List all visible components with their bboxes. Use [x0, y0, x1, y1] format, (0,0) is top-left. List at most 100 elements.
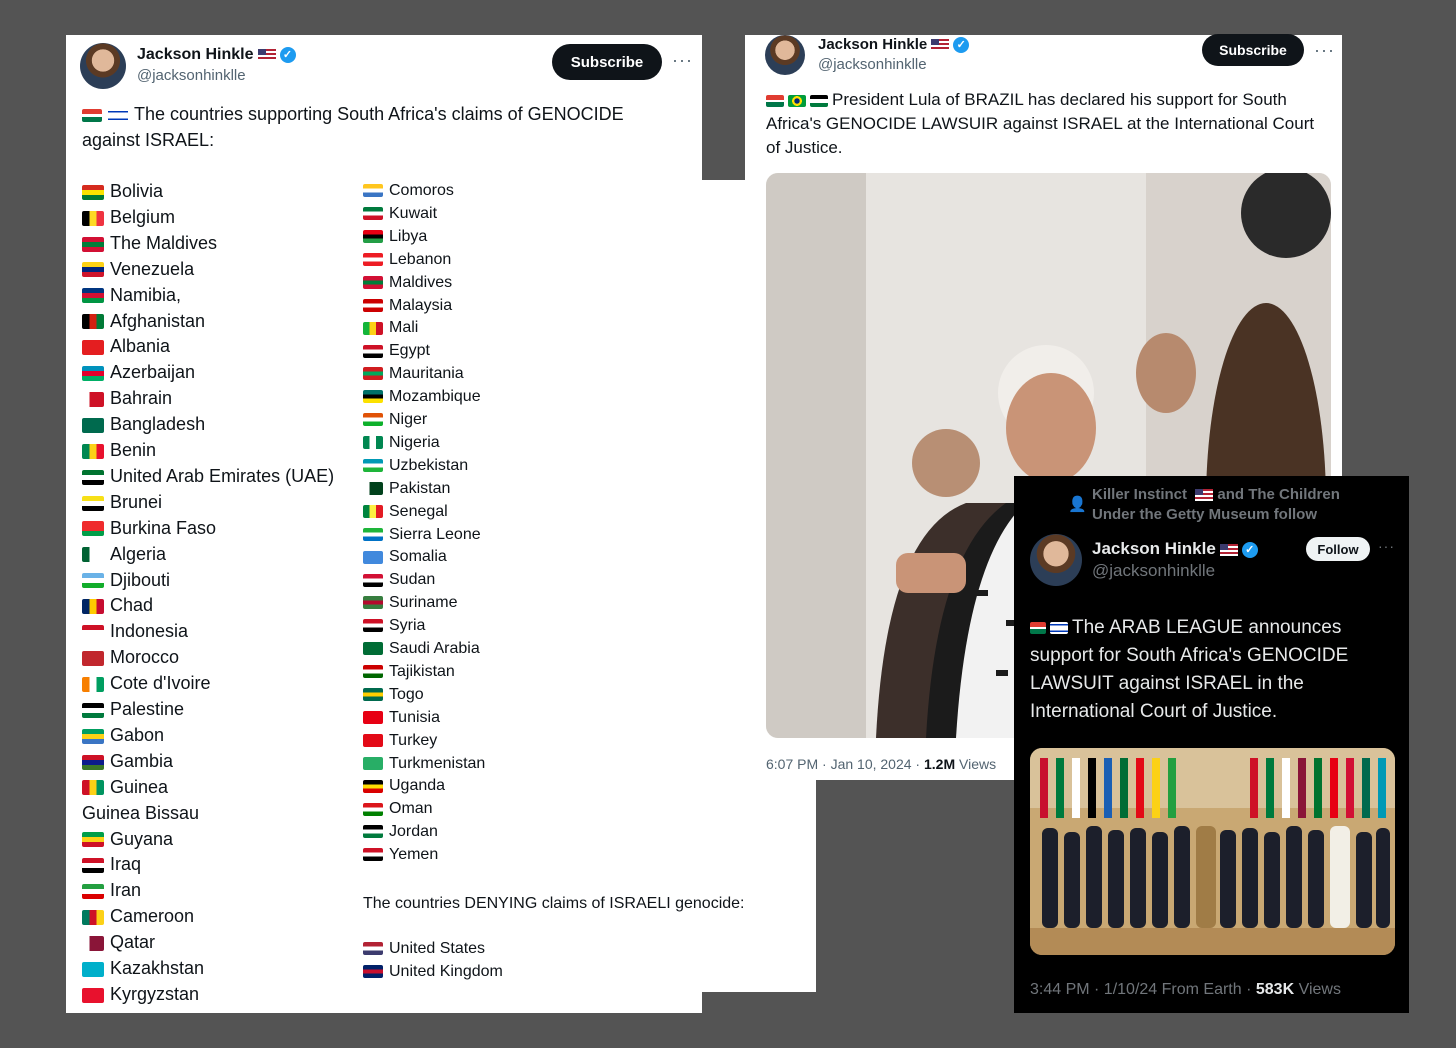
- us-flag-icon: [931, 39, 950, 52]
- country-flag-icon: [363, 550, 383, 564]
- avatar[interactable]: [765, 35, 805, 75]
- country-name: The Maldives: [110, 232, 218, 253]
- country-flag-icon: [363, 619, 383, 633]
- country-list-item: Djibouti: [82, 570, 170, 591]
- user-name[interactable]: Jackson Hinkle ✓: [818, 36, 970, 54]
- country-list-item: Sierra Leone: [363, 526, 481, 544]
- country-name: Afghanistan: [110, 310, 206, 331]
- country-name: Bangladesh: [110, 414, 206, 435]
- country-list-item: The Maldives: [82, 233, 217, 254]
- subscribe-button[interactable]: Subscribe: [1202, 34, 1304, 66]
- more-options-icon[interactable]: ···: [1378, 538, 1395, 554]
- country-list-item: Albania: [82, 336, 170, 357]
- country-list-item: Chad: [82, 595, 153, 616]
- country-flag-icon: [363, 642, 383, 656]
- country-flag-icon: [82, 676, 104, 692]
- country-name: Bolivia: [110, 181, 164, 201]
- more-options-icon[interactable]: ···: [672, 50, 693, 71]
- country-name: Iran: [110, 880, 142, 901]
- country-list-item: Mali: [363, 319, 418, 337]
- country-flag-icon: [82, 935, 104, 951]
- more-options-icon[interactable]: ···: [1314, 40, 1335, 61]
- country-name: Brunei: [110, 491, 163, 512]
- country-name: Kyrgyzstan: [110, 983, 200, 1004]
- country-name: Saudi Arabia: [389, 640, 480, 657]
- country-list-item: Malaysia: [363, 297, 452, 315]
- country-name: Guinea: [110, 776, 169, 797]
- social-context[interactable]: 👤 Killer Instinct and The Children Under…: [1068, 485, 1340, 525]
- country-name: Senegal: [389, 502, 448, 520]
- user-name[interactable]: Jackson Hinkle ✓: [1092, 539, 1258, 559]
- country-list-item: Jordan: [363, 823, 438, 841]
- country-name: Mauritania: [389, 365, 464, 383]
- country-list-item: Togo: [363, 686, 424, 704]
- country-flag-icon: [82, 262, 104, 278]
- avatar[interactable]: [1030, 534, 1082, 586]
- israel-flag-icon: [108, 108, 128, 122]
- country-flag-icon: [82, 547, 104, 563]
- country-flag-icon: [82, 832, 104, 848]
- country-name: Uganda: [389, 777, 446, 795]
- country-list-item: Algeria: [82, 544, 166, 565]
- country-flag-icon: [82, 573, 104, 589]
- country-name: Turkey: [389, 731, 438, 749]
- us-flag-icon: [1219, 543, 1238, 556]
- country-list-item: Guyana: [82, 829, 173, 850]
- tweet-lula-footer-extension: [745, 780, 816, 992]
- country-list-item: Cote d'Ivoire: [82, 673, 211, 694]
- country-name: Nigeria: [389, 433, 440, 451]
- country-list-item: Palestine: [82, 699, 184, 720]
- country-flag-icon: [363, 779, 383, 793]
- country-list-item: Iraq: [82, 854, 141, 875]
- country-list-item: Belgium: [82, 207, 175, 228]
- country-name: United Arab Emirates (UAE): [110, 465, 335, 486]
- country-list-item: Lebanon: [363, 251, 451, 269]
- country-flag-icon: [82, 728, 104, 744]
- post-timestamp[interactable]: 3:44 PM · 1/10/24 From Earth · 583K View…: [1030, 981, 1341, 999]
- country-name: Togo: [389, 685, 424, 703]
- country-flag-icon: [363, 481, 383, 495]
- user-handle[interactable]: @jacksonhinklle: [818, 56, 927, 73]
- country-flag-icon: [363, 367, 383, 381]
- country-list-item: United Arab Emirates (UAE): [82, 466, 334, 487]
- country-name: Somalia: [389, 548, 447, 566]
- arab-league-photo[interactable]: [1030, 748, 1395, 955]
- avatar[interactable]: [80, 43, 126, 89]
- country-list-item: Turkey: [363, 732, 437, 750]
- country-flag-icon: [82, 417, 104, 433]
- country-list-item: Senegal: [363, 503, 448, 521]
- country-name: Tunisia: [389, 708, 440, 726]
- subscribe-button[interactable]: Subscribe: [552, 44, 662, 80]
- country-flag-icon: [82, 599, 104, 615]
- country-name: Qatar: [110, 932, 156, 953]
- country-list-item: Iran: [82, 880, 141, 901]
- country-name: Guyana: [110, 828, 174, 849]
- country-name: Comoros: [389, 182, 454, 199]
- country-flag-icon: [82, 391, 104, 407]
- follow-button[interactable]: Follow: [1306, 537, 1370, 561]
- country-flag-icon: [82, 650, 104, 666]
- country-list-item: Nigeria: [363, 434, 440, 452]
- country-name: Uzbekistan: [389, 456, 469, 474]
- country-name: Kuwait: [389, 204, 438, 222]
- country-name: Morocco: [110, 647, 180, 668]
- country-flag-icon: [363, 710, 383, 724]
- country-name: Jordan: [389, 823, 438, 841]
- country-name: Lebanon: [389, 250, 452, 268]
- country-name: Gambia: [110, 750, 174, 771]
- user-handle[interactable]: @jacksonhinklle: [137, 67, 246, 84]
- post-timestamp[interactable]: 6:07 PM · Jan 10, 2024 · 1.2M Views: [766, 756, 996, 772]
- country-list-item: Kuwait: [363, 205, 437, 223]
- country-list-item: Tajikistan: [363, 663, 455, 681]
- country-list-item: Kyrgyzstan: [82, 984, 199, 1005]
- country-list-item: Uzbekistan: [363, 457, 468, 475]
- country-name: Turkmenistan: [389, 754, 486, 772]
- country-flag-icon: [363, 436, 383, 450]
- country-flag-icon: [82, 314, 104, 330]
- user-handle[interactable]: @jacksonhinklle: [1092, 561, 1215, 581]
- user-name[interactable]: Jackson Hinkle ✓: [137, 46, 296, 64]
- country-list-item: Guinea Bissau: [82, 803, 199, 824]
- country-flag-icon: [363, 344, 383, 358]
- country-list-item: Gabon: [82, 725, 164, 746]
- country-flag-icon: [363, 688, 383, 702]
